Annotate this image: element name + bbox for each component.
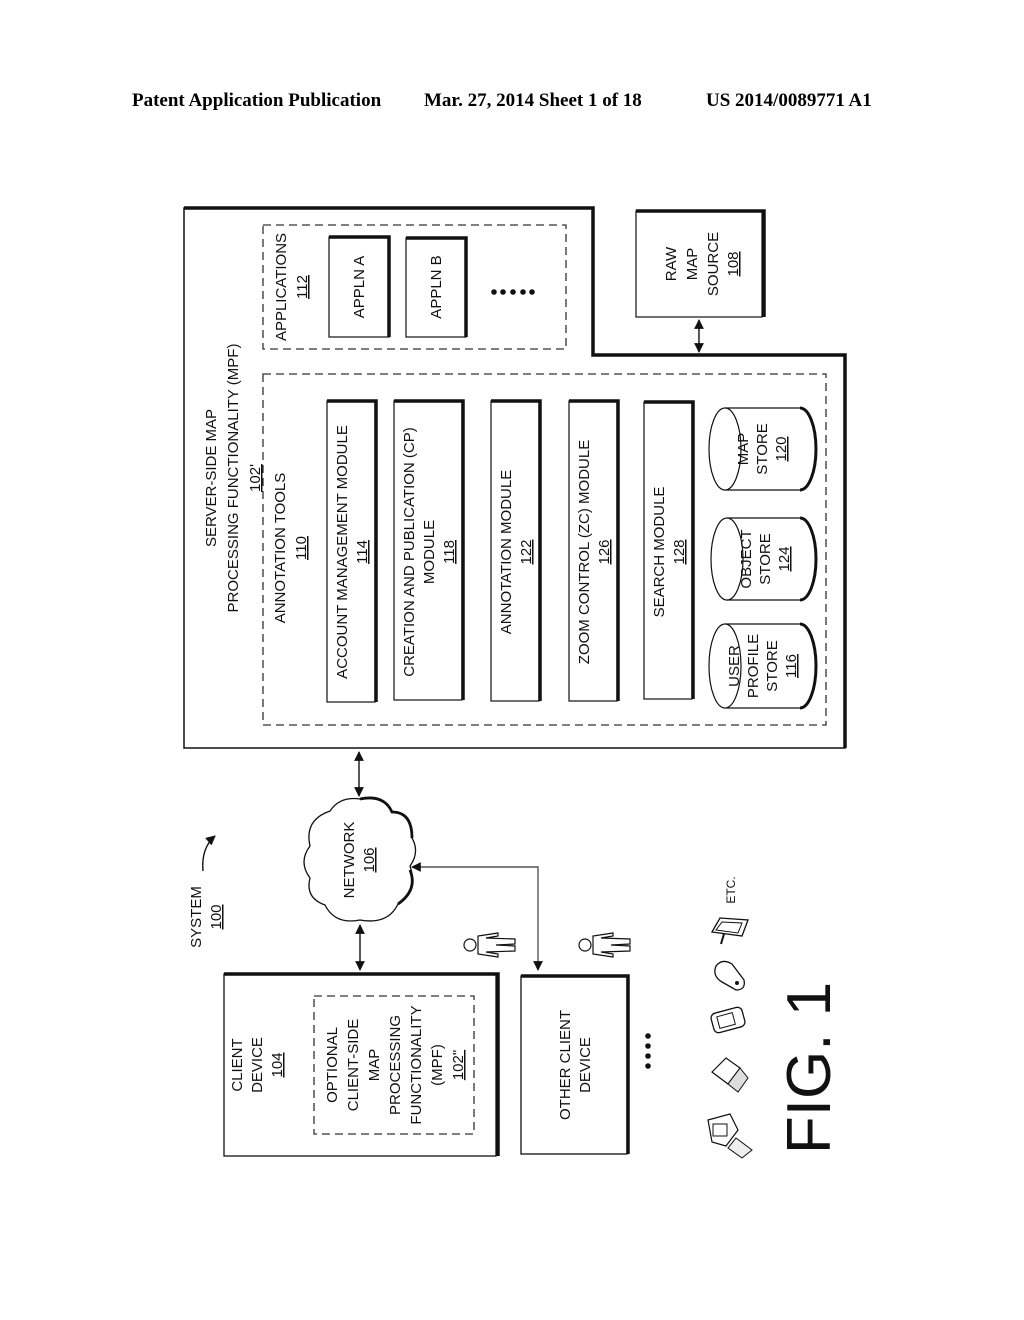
applications-title: APPLICATIONS 112 <box>273 233 311 341</box>
module-creation-publication: CREATION AND PUBLICATION (CP) MODULE 118 <box>393 399 465 701</box>
module-ref: 122 <box>518 539 535 564</box>
system-ref: 100 <box>208 904 225 929</box>
module-label: SEARCH MODULE <box>651 487 668 618</box>
client-device-line1: CLIENT <box>229 1038 246 1091</box>
raw-map-ref: 108 <box>725 251 742 276</box>
server-title-line1: SERVER-SIDE MAP <box>203 409 220 547</box>
annotation-tools-ref: 110 <box>293 536 310 560</box>
app-b-label: APPLN B <box>428 255 445 318</box>
mobile-phone-icon <box>714 960 745 991</box>
optional-mpf-line: (MPF) <box>429 1044 446 1086</box>
desktop-computer-icon <box>707 1113 753 1159</box>
module-label-line2: MODULE <box>421 520 438 584</box>
network-other-client-connector <box>411 862 543 971</box>
figure-diagram: SERVER-SIDE MAP PROCESSING FUNCTIONALITY… <box>183 206 847 1159</box>
store-object: OBJECT STORE 124 <box>710 516 818 602</box>
device-ellipsis <box>645 1033 651 1069</box>
store-label: USER <box>726 645 743 687</box>
module-label: ANNOTATION MODULE <box>498 470 515 634</box>
user-icon <box>578 932 631 958</box>
raw-map-line3: SOURCE <box>705 232 722 296</box>
network-label: NETWORK <box>341 822 358 899</box>
module-ref: 128 <box>671 539 688 564</box>
server-mpf-title: SERVER-SIDE MAP PROCESSING FUNCTIONALITY… <box>203 344 264 613</box>
store-label: PROFILE <box>745 634 762 698</box>
store-label: STORE <box>757 533 774 584</box>
store-map: MAP STORE 120 <box>708 406 818 492</box>
system-label: SYSTEM <box>188 886 205 948</box>
tablet-stylus-icon <box>710 917 749 945</box>
store-user-profile: USER PROFILE STORE 116 <box>708 622 818 710</box>
handheld-pda-icon <box>710 1006 746 1034</box>
module-ref: 126 <box>596 539 613 564</box>
optional-mpf-line: PROCESSING <box>387 1015 404 1115</box>
other-client-device-box: OTHER CLIENT DEVICE <box>520 974 630 1155</box>
server-ref: 102' <box>247 464 264 492</box>
store-label: OBJECT <box>738 529 755 588</box>
module-search: SEARCH MODULE 128 <box>643 400 695 700</box>
store-label: STORE <box>754 423 771 474</box>
network-cloud: NETWORK 106 <box>303 796 417 922</box>
applications-ref: 112 <box>294 275 311 299</box>
client-device-ref: 104 <box>269 1052 286 1077</box>
raw-map-line2: MAP <box>684 248 701 281</box>
app-a-label: APPLN A <box>351 256 368 319</box>
applications-label: APPLICATIONS <box>273 233 290 341</box>
optional-mpf-line: FUNCTIONALITY <box>408 1005 425 1124</box>
module-annotation: ANNOTATION MODULE 122 <box>490 399 542 702</box>
etc-label: ETC. <box>724 876 738 903</box>
optional-mpf-ref: 102" <box>450 1050 467 1080</box>
other-client-line1: OTHER CLIENT <box>557 1010 574 1120</box>
raw-map-line1: RAW <box>663 246 680 281</box>
app-box-b: APPLN B <box>405 236 468 338</box>
store-label: STORE <box>764 640 781 691</box>
store-ref: 120 <box>773 436 790 461</box>
module-ref: 118 <box>441 540 458 564</box>
optional-mpf-line: OPTIONAL <box>324 1027 341 1103</box>
module-label: CREATION AND PUBLICATION (CP) <box>401 427 418 676</box>
system-pointer-arrow <box>202 835 216 872</box>
other-client-line2: DEVICE <box>577 1037 594 1093</box>
raw-map-source-box: RAW MAP SOURCE 108 <box>635 209 766 318</box>
module-account-management: ACCOUNT MANAGEMENT MODULE 114 <box>326 399 378 703</box>
module-ref: 114 <box>354 540 371 564</box>
applications-ellipsis <box>491 289 535 295</box>
network-ref: 106 <box>361 847 378 872</box>
client-device-line2: DEVICE <box>249 1037 266 1093</box>
user-icon <box>463 932 516 958</box>
laptop-icon <box>711 1057 749 1093</box>
store-ref: 124 <box>776 546 793 571</box>
figure-label: FIG. 1 <box>775 982 844 1154</box>
store-label: MAP <box>735 433 752 466</box>
annotation-tools-title: ANNOTATION TOOLS 110 <box>272 473 310 624</box>
system-label-group: SYSTEM 100 <box>188 886 225 948</box>
module-label: ZOOM CONTROL (ZC) MODULE <box>576 440 593 664</box>
store-ref: 116 <box>783 654 800 678</box>
annotation-tools-label: ANNOTATION TOOLS <box>272 473 289 624</box>
optional-mpf-line: CLIENT-SIDE <box>345 1019 362 1112</box>
module-zoom-control: ZOOM CONTROL (ZC) MODULE 126 <box>568 399 620 702</box>
app-box-a: APPLN A <box>328 235 391 338</box>
server-title-line2: PROCESSING FUNCTIONALITY (MPF) <box>225 344 242 613</box>
module-label: ACCOUNT MANAGEMENT MODULE <box>334 425 351 679</box>
optional-mpf-line: MAP <box>366 1049 383 1082</box>
